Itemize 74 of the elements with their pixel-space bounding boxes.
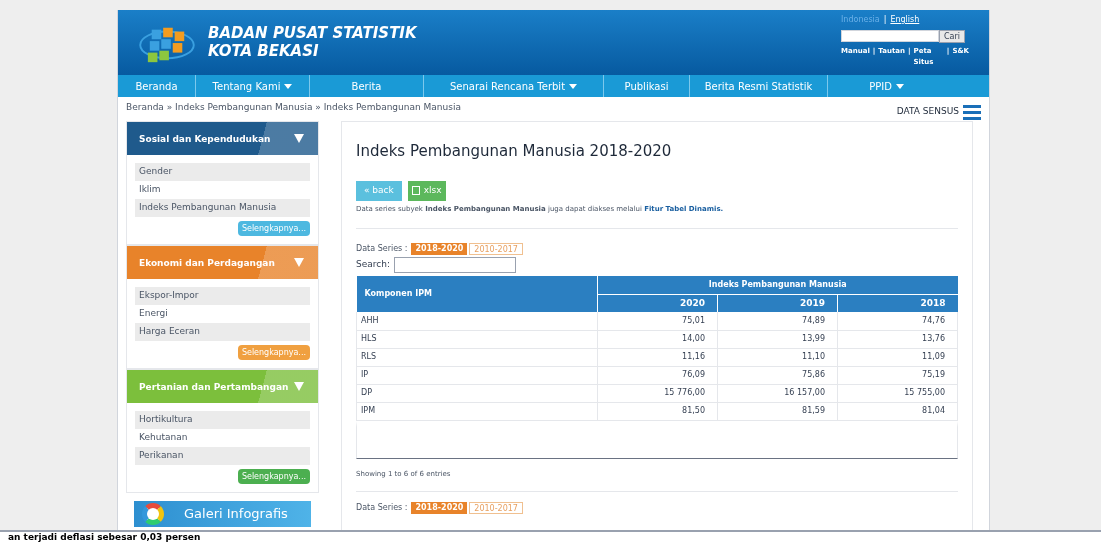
site-title: BADAN PUSAT STATISTIK (208, 24, 417, 42)
table-cell: 81,50 (597, 402, 718, 420)
table-cell: 13,99 (717, 330, 838, 348)
category-link[interactable]: Kehutanan (135, 429, 310, 447)
table-cell: 74,89 (717, 312, 838, 330)
search-field[interactable] (841, 30, 939, 42)
nav-item[interactable]: Publikasi (604, 75, 690, 97)
triangle-icon (294, 258, 304, 267)
table-cell: 75,01 (597, 312, 718, 330)
table-cell: HLS (356, 330, 598, 348)
infographic-banner[interactable]: Galeri Infografis (134, 501, 311, 527)
nav-item[interactable]: Beranda (118, 75, 196, 97)
column-group-header: Indeks Pembangunan Manusia (597, 276, 958, 294)
category-link[interactable]: Harga Eceran (135, 323, 310, 341)
nav-item[interactable]: Senarai Rencana Terbit (424, 75, 604, 97)
category-header[interactable]: Pertanian dan Pertambangan (127, 370, 318, 403)
menu-icon[interactable] (963, 104, 981, 120)
breadcrumb: Beranda » Indeks Pembangunan Manusia » Indeks Pembangunan Manusia (126, 101, 461, 115)
nav-item[interactable]: Tentang Kami (196, 75, 310, 97)
file-icon (411, 186, 420, 195)
category-header[interactable]: Sosial dan Kependudukan (127, 122, 318, 155)
data-sensus-label: DATA SENSUS (896, 105, 959, 119)
nav-item[interactable]: Berita Resmi Statistik (690, 75, 828, 97)
category-header[interactable]: Ekonomi dan Perdagangan (127, 246, 318, 279)
table-cell: 13,76 (837, 330, 958, 348)
series-label: Data Series : (356, 502, 408, 514)
ring-icon (142, 503, 164, 525)
category-link[interactable]: Iklim (135, 181, 310, 199)
table-cell: 75,86 (717, 366, 838, 384)
table-cell: RLS (356, 348, 598, 366)
search-label: Search: (356, 258, 390, 272)
more-button[interactable]: Selengkapnya... (237, 221, 310, 236)
category-link[interactable]: Ekspor-Impor (135, 287, 310, 305)
table-cell: AHH (356, 312, 598, 330)
category-link[interactable]: Gender (135, 163, 310, 181)
column-header[interactable]: Komponen IPM (356, 276, 598, 312)
nav-item[interactable]: PPID (828, 75, 945, 97)
table-cell: 81,04 (837, 402, 958, 420)
news-ticker-text: an terjadi deflasi sebesar 0,03 persen (8, 532, 202, 543)
table-cell: DP (356, 384, 598, 402)
table-cell: 81,59 (717, 402, 838, 420)
separator-text: | (883, 14, 887, 26)
table-cell: 15 755,00 (837, 384, 958, 402)
table-cell: 74,76 (837, 312, 958, 330)
table-cell: 75,19 (837, 366, 958, 384)
xlsx-button[interactable]: xlsx (407, 180, 446, 201)
site-subtitle: KOTA BEKASI (208, 42, 320, 60)
category-link[interactable]: Energi (135, 305, 310, 323)
series-tab[interactable]: 2010-2017 (469, 502, 523, 514)
triangle-icon (294, 382, 304, 391)
more-button[interactable]: Selengkapnya... (237, 469, 310, 484)
search-field[interactable] (393, 257, 516, 273)
series-label: Data Series : (356, 243, 408, 255)
search-button[interactable]: Cari (939, 30, 965, 43)
table-cell: 15 776,00 (597, 384, 718, 402)
category-link[interactable]: Perikanan (135, 447, 310, 465)
table-cell: 16 157,00 (717, 384, 838, 402)
table-cell: 11,10 (717, 348, 838, 366)
series-tab[interactable]: 2018-2020 (411, 243, 468, 255)
nav-item[interactable]: Berita (310, 75, 424, 97)
page-title: Indeks Pembangunan Manusia 2018-2020 (356, 141, 673, 162)
banner-text: Galeri Infografis (184, 505, 288, 524)
language-link[interactable]: English (890, 14, 920, 26)
series-tab[interactable]: 2010-2017 (469, 243, 523, 255)
table-cell: 76,09 (597, 366, 718, 384)
series-tab[interactable]: 2018-2020 (411, 502, 468, 514)
table-cell: IP (356, 366, 598, 384)
triangle-icon (294, 134, 304, 143)
table-cell: IPM (356, 402, 598, 420)
category-link[interactable]: Indeks Pembangunan Manusia (135, 199, 310, 217)
table-cell: 11,09 (837, 348, 958, 366)
category-link[interactable]: Hortikultura (135, 411, 310, 429)
table-cell: 11,16 (597, 348, 718, 366)
table-cell: 14,00 (597, 330, 718, 348)
